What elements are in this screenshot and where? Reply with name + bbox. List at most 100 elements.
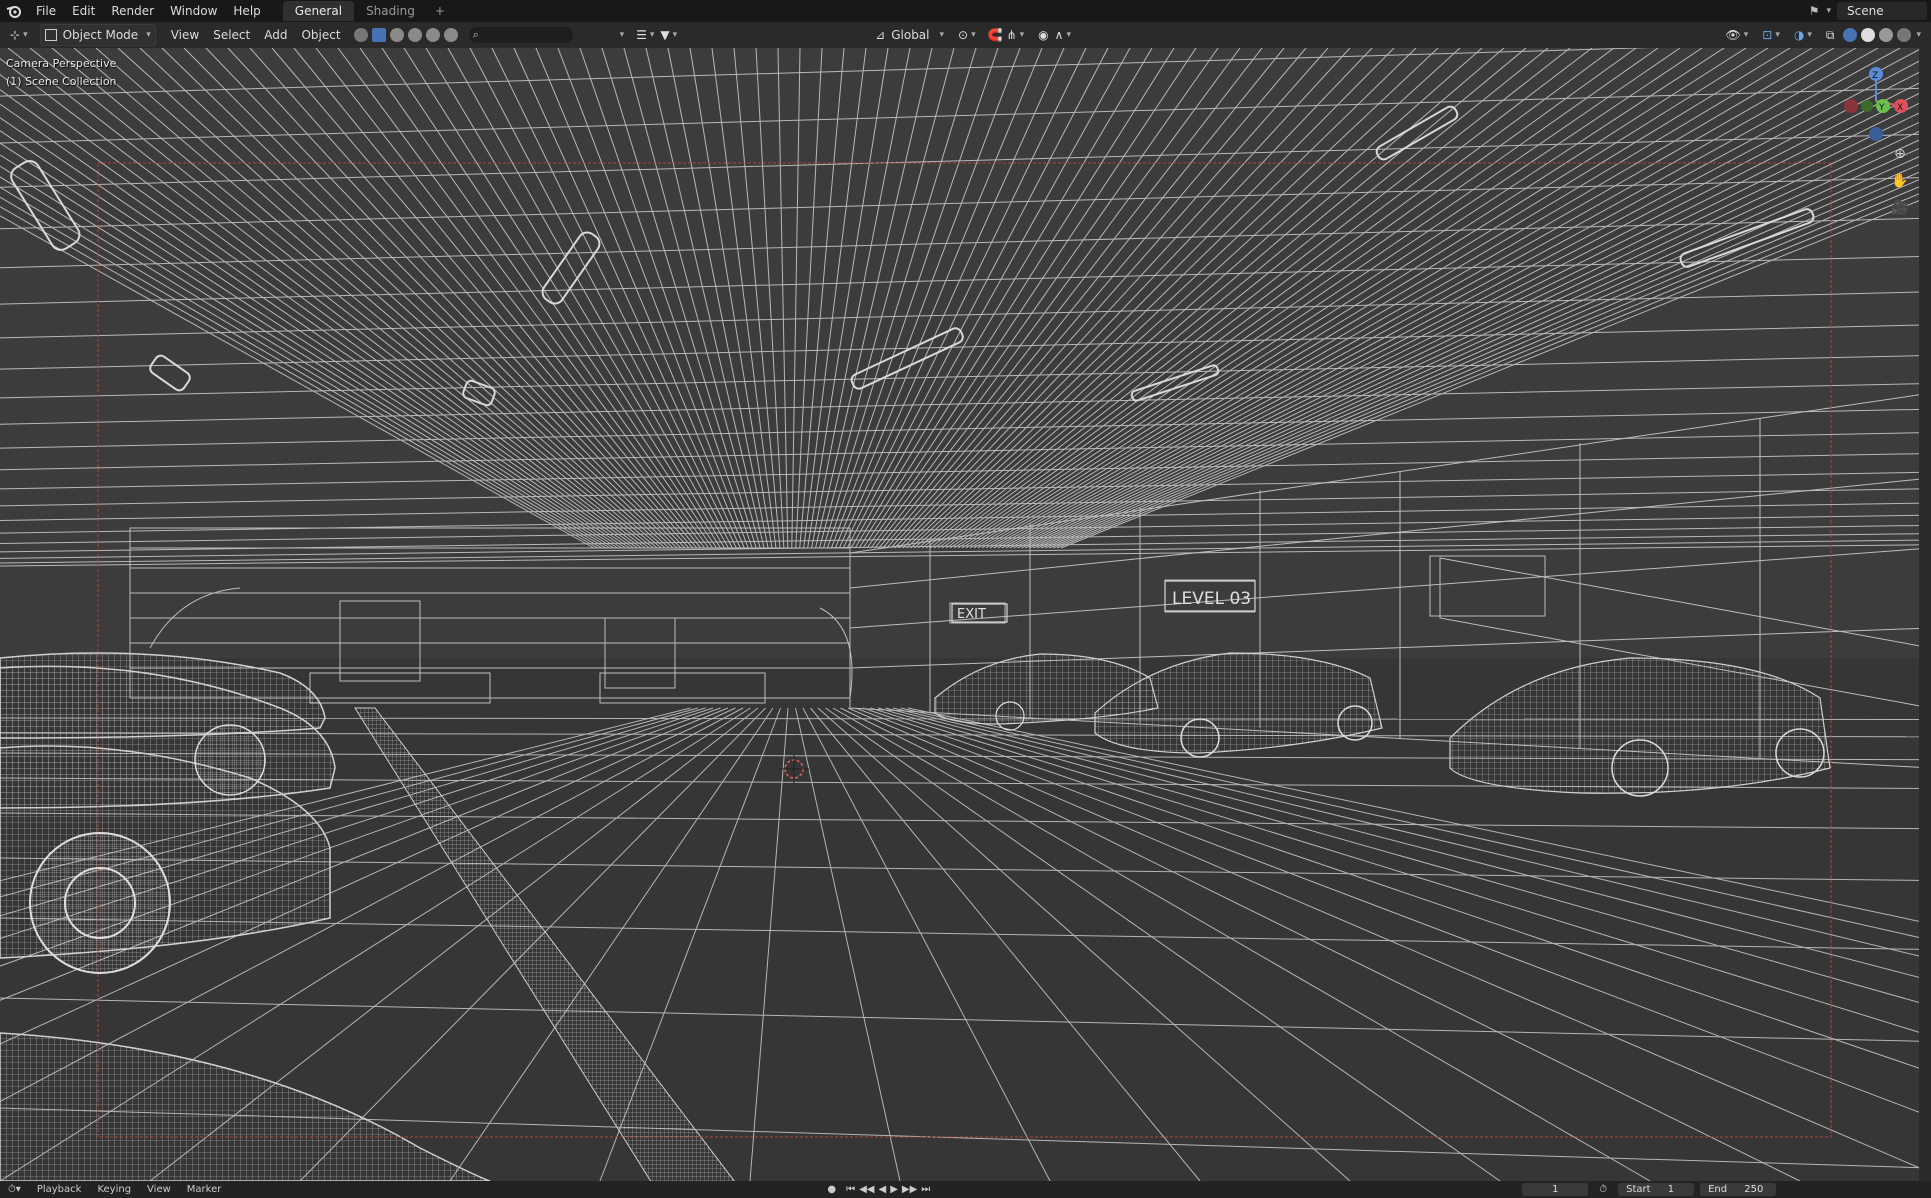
scene-icon: ⚑ [1808,4,1820,18]
orientation-icon: ⊿ [875,28,886,42]
select-extend-icon[interactable] [389,28,404,42]
select-invert-icon[interactable] [425,28,440,42]
select-mode-icon[interactable] [353,28,368,42]
chevron-down-icon: ▾ [1019,30,1025,40]
overlay-icon: ◑ [1793,28,1805,42]
viewport-menu-add[interactable]: Add [257,22,294,48]
transform-pivot-icon: ⊙ [958,28,969,42]
editor-type-icon: ⊹ [10,28,21,42]
viewport-header-right: 👁 ▾ ⊡ ▾ ◑ ▾ ⧉ ▾ [1722,22,1931,48]
chevron-down-icon: ▾ [23,30,28,40]
start-label: Start [1626,1184,1651,1195]
mode-selector[interactable]: Object Mode ▾ [39,24,156,46]
chevron-down-icon[interactable]: ▾ [1916,30,1921,40]
level-sign: LEVEL 03 [1172,589,1251,609]
scene-selector[interactable]: ⚑ ▾ Scene [1809,0,1931,22]
shading-material-icon[interactable] [1879,28,1894,42]
pan-hand-icon[interactable]: ✋ [1889,170,1911,192]
timeline-header: ⏱▾ Playback Keying View Marker ● ⏮ ◀◀ ◀ … [0,1181,1931,1198]
add-workspace-button[interactable]: + [427,0,453,22]
transform-pivot-button[interactable]: ⊙ ▾ [954,25,980,45]
proportional-edit-button[interactable]: ◉ ∧ ▾ [1034,25,1075,45]
chevron-down-icon: ▾ [672,30,678,40]
falloff-icon: ∧ [1054,28,1064,42]
tab-general[interactable]: General [282,1,355,21]
overlay-toggle[interactable]: ◑ ▾ [1790,25,1816,45]
zoom-icon[interactable]: ⊕ [1889,143,1911,165]
menu-help[interactable]: Help [225,0,268,22]
chevron-down-icon: ▾ [1807,30,1812,40]
start-frame-field[interactable]: Start 1 [1618,1183,1695,1196]
timeline-menu-playback[interactable]: Playback [29,1184,90,1195]
timeline-menu-marker[interactable]: Marker [179,1184,230,1195]
play-reverse-icon[interactable]: ◀ [876,1184,888,1195]
prev-keyframe-icon[interactable]: ◀◀ [857,1184,876,1195]
end-value: 250 [1744,1184,1764,1195]
visibility-icon: 👁 [1725,28,1741,42]
play-icon[interactable]: ▶ [888,1184,900,1195]
orientation-selector[interactable]: ⊿ Global ▾ [871,25,948,45]
camera-view-icon[interactable]: 🎥 [1889,197,1911,219]
timeline-menu-keying[interactable]: Keying [89,1184,139,1195]
chevron-down-icon: ▾ [146,30,151,40]
snap-icon: 🧲 [987,28,1003,42]
visibility-button[interactable]: 👁 ▾ [1722,25,1753,45]
jump-end-icon[interactable]: ⏭ [919,1184,932,1195]
chevron-down-icon: ▾ [1743,30,1749,40]
snap-button[interactable]: 🧲 ⋔ ▾ [984,25,1029,45]
record-icon[interactable]: ● [819,1184,844,1195]
menu-file[interactable]: File [28,0,64,22]
editor-type-button[interactable]: ⊹ ▾ [6,25,32,45]
end-frame-field[interactable]: End 250 [1700,1183,1777,1196]
viewport-menu-object[interactable]: Object [294,22,347,48]
shading-rendered-icon[interactable] [1897,28,1912,42]
filter-dropdown[interactable]: ▾ ☰ ▾ ▼ ▾ [613,25,682,45]
menu-render[interactable]: Render [103,0,162,22]
xray-icon: ⧉ [1825,27,1835,42]
shading-wireframe-icon[interactable] [1843,28,1858,42]
select-intersect-icon[interactable] [443,28,458,42]
chevron-down-icon: ▾ [1066,30,1071,40]
menu-edit[interactable]: Edit [64,0,103,22]
object-mode-icon [44,29,57,41]
3d-viewport[interactable]: EXIT LEVEL 03 Camera Perspective (1) Sce… [0,48,1931,1181]
mode-label: Object Mode [62,28,139,42]
tab-shading[interactable]: Shading [354,1,427,21]
top-menu-bar: File Edit Render Window Help General Shading… [0,0,1931,22]
chevron-down-icon: ▾ [619,30,625,40]
proportional-edit-icon: ◉ [1038,28,1049,42]
viewport-menu-view[interactable]: View [164,22,206,48]
search-icon: ⌕ [472,28,479,41]
jump-start-icon[interactable]: ⏮ [844,1184,857,1195]
gizmo-z-label: Z [1872,71,1878,81]
menu-window[interactable]: Window [162,0,225,22]
main-menu: File Edit Render Window Help [28,0,269,22]
blender-logo-icon[interactable] [0,0,28,22]
timeline-editor-icon[interactable]: ⏱▾ [0,1184,29,1195]
preview-range-icon[interactable]: ⏱ [1591,1184,1615,1195]
active-collection-label: (1) Scene Collection [6,75,117,88]
search-input[interactable]: ⌕ [468,27,573,43]
timeline-menu-view[interactable]: View [139,1184,179,1195]
chevron-down-icon: ▾ [971,30,976,40]
end-label: End [1708,1184,1728,1195]
sidebar-toggle-strip[interactable] [1919,48,1931,1181]
next-keyframe-icon[interactable]: ▶▶ [900,1184,919,1195]
selection-mode-group [352,28,460,42]
gizmo-icon: ⊡ [1762,28,1773,42]
gizmo-x-label: X [1897,103,1903,113]
current-frame-field[interactable]: 1 [1522,1183,1589,1196]
scene-name[interactable]: Scene [1837,2,1927,20]
viewport-menus: View Select Add Object [164,22,348,48]
xray-toggle[interactable]: ⧉ [1822,25,1839,45]
viewport-header: ⊹ ▾ Object Mode ▾ View Select Add Object ⌕ ▾… [0,22,1931,49]
outliner-filter-icon: ☰ [636,28,647,42]
view-perspective-label: Camera Perspective [6,57,117,70]
navigation-gizmo[interactable]: Z Y X [1831,56,1921,146]
select-subtract-icon[interactable] [407,28,422,42]
snap-target-icon: ⋔ [1006,28,1017,42]
viewport-menu-select[interactable]: Select [206,22,257,48]
gizmo-toggle[interactable]: ⊡ ▾ [1758,25,1784,45]
shading-solid-icon[interactable] [1861,28,1876,42]
select-box-icon[interactable] [371,28,386,42]
